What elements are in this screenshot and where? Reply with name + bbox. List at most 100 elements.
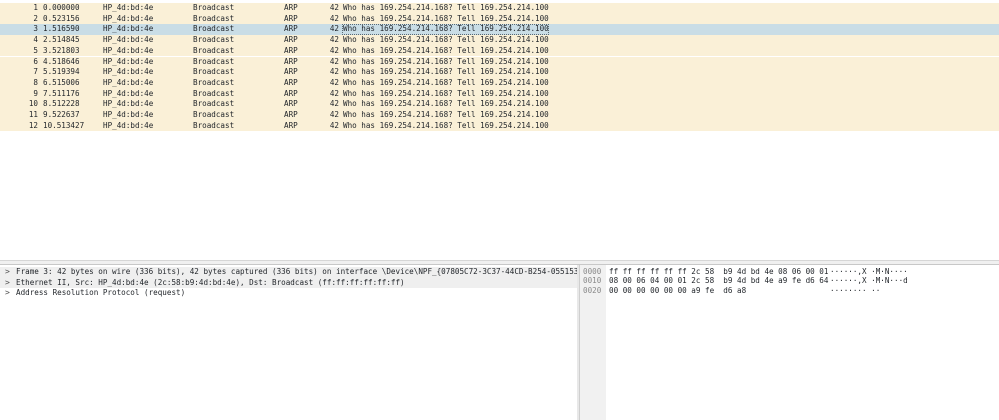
packet-protocol: ARP [284,88,298,98]
hex-offset: 0000 [583,267,602,276]
packet-info: Who has 169.254.214.168? Tell 169.254.21… [343,67,549,77]
packet-source: HP_4d:bd:4e [103,56,154,66]
packet-length: 42 [329,88,339,98]
packet-row[interactable]: 12 10.513427 HP_4d:bd:4e Broadcast ARP 42 Who … [0,120,999,132]
packet-protocol: ARP [284,110,298,119]
packet-number: 6 [33,56,38,66]
packet-row[interactable]: 8 6.515006 HP_4d:bd:4e Broadcast ARP 42 Who ha… [0,77,999,89]
packet-row[interactable]: 6 4.518646 HP_4d:bd:4e Broadcast ARP 42 Who ha… [0,56,999,68]
packet-destination: Broadcast [193,56,235,66]
packet-length: 42 [329,24,339,34]
hex-row[interactable]: 0020 00 00 00 00 00 00 a9 fe d6 a8 ·······… [580,286,999,295]
packet-number: 10 [28,99,38,109]
packet-bytes-pane[interactable]: 0000 ff ff ff ff ff ff 2c 58 b9 4d bd 4e … [580,265,999,420]
packet-time: 0.523156 [43,13,80,23]
packet-time: 4.518646 [43,56,80,66]
packet-destination: Broadcast [193,77,235,87]
detail-tree-item[interactable]: > Address Resolution Protocol (request) [0,288,577,299]
ascii-bytes: ······,X ·M·N···d [830,276,908,286]
packet-source: HP_4d:bd:4e [103,99,154,109]
packet-info: Who has 169.254.214.168? Tell 169.254.21… [343,45,549,55]
chevron-right-icon[interactable]: > [5,278,10,289]
packet-info: Who has 169.254.214.168? Tell 169.254.21… [343,35,549,45]
packet-source: HP_4d:bd:4e [103,88,154,98]
packet-info: Who has 169.254.214.168? Tell 169.254.21… [343,56,549,66]
packet-protocol: ARP [284,3,298,12]
packet-number: 9 [33,88,38,98]
packet-row[interactable]: 3 1.516590 HP_4d:bd:4e Broadcast ARP 42 Who ha… [0,24,999,36]
hex-row[interactable]: 0000 ff ff ff ff ff ff 2c 58 b9 4d bd 4e … [580,267,999,276]
packet-protocol: ARP [284,13,298,23]
packet-time: 10.513427 [43,120,85,130]
packet-time: 0.000000 [43,3,80,12]
packet-destination: Broadcast [193,67,235,77]
chevron-right-icon[interactable]: > [5,288,10,299]
detail-label: Frame 3: 42 bytes on wire (336 bits), 42… [16,267,578,276]
packet-length: 42 [329,56,339,66]
packet-row[interactable]: 7 5.519394 HP_4d:bd:4e Broadcast ARP 42 Who ha… [0,67,999,78]
packet-destination: Broadcast [193,24,235,34]
packet-row[interactable]: 5 3.521803 HP_4d:bd:4e Broadcast ARP 42 Who ha… [0,45,999,57]
packet-source: HP_4d:bd:4e [103,3,154,12]
packet-time: 8.512228 [43,99,80,109]
packet-row[interactable]: 10 8.512228 HP_4d:bd:4e Broadcast ARP 42 Who h… [0,99,999,110]
packet-destination: Broadcast [193,45,235,55]
packet-protocol: ARP [284,77,298,87]
packet-protocol: ARP [284,67,298,77]
packet-length: 42 [329,13,339,23]
packet-list[interactable]: 1 0.000000 HP_4d:bd:4e Broadcast ARP 42 Who ha… [0,0,999,260]
packet-destination: Broadcast [193,35,235,45]
packet-row[interactable]: 11 9.522637 HP_4d:bd:4e Broadcast ARP 42 Who h… [0,110,999,121]
packet-destination: Broadcast [193,120,235,130]
packet-time: 6.515006 [43,77,80,87]
detail-tree-item[interactable]: > Ethernet II, Src: HP_4d:bd:4e (2c:58:b9… [0,277,577,289]
packet-protocol: ARP [284,35,298,45]
packet-number: 4 [33,35,38,45]
packet-number: 7 [33,67,38,77]
hex-offset: 0010 [583,276,602,286]
packet-length: 42 [329,120,339,130]
packet-info: Who has 169.254.214.168? Tell 169.254.21… [343,3,549,12]
packet-time: 3.521803 [43,45,80,55]
packet-destination: Broadcast [193,3,235,12]
packet-length: 42 [329,77,339,87]
packet-row[interactable]: 9 7.511176 HP_4d:bd:4e Broadcast ARP 42 Who ha… [0,88,999,100]
packet-time: 1.516590 [43,24,80,34]
packet-source: HP_4d:bd:4e [103,13,154,23]
packet-length: 42 [329,99,339,109]
ascii-bytes: ······,X ·M·N···· [830,267,908,276]
packet-source: HP_4d:bd:4e [103,35,154,45]
packet-info: Who has 169.254.214.168? Tell 169.254.21… [343,99,549,109]
packet-length: 42 [329,35,339,45]
ascii-bytes: ········ ·· [830,285,881,295]
packet-protocol: ARP [284,99,298,109]
packet-number: 2 [33,13,38,23]
hex-bytes: 08 00 06 04 00 01 2c 58 b9 4d bd 4e a9 f… [609,276,829,286]
detail-tree-item[interactable]: > Frame 3: 42 bytes on wire (336 bits), 4… [0,267,577,278]
packet-row[interactable]: 2 0.523156 HP_4d:bd:4e Broadcast ARP 42 Who ha… [0,13,999,25]
packet-length: 42 [329,110,339,119]
packet-number: 5 [33,45,38,55]
hex-row[interactable]: 0010 08 00 06 04 00 01 2c 58 b9 4d bd 4e … [580,276,999,285]
packet-source: HP_4d:bd:4e [103,24,154,34]
packet-number: 12 [28,120,38,130]
packet-details-pane[interactable]: > Frame 3: 42 bytes on wire (336 bits), 4… [0,265,578,420]
packet-info: Who has 169.254.214.168? Tell 169.254.21… [343,77,549,87]
packet-protocol: ARP [284,45,298,55]
hex-offset: 0020 [583,285,602,295]
packet-destination: Broadcast [193,88,235,98]
packet-protocol: ARP [284,56,298,66]
packet-time: 9.522637 [43,110,80,119]
packet-protocol: ARP [284,120,298,130]
packet-info: Who has 169.254.214.168? Tell 169.254.21… [342,24,549,36]
packet-number: 3 [33,24,38,34]
packet-row[interactable]: 1 0.000000 HP_4d:bd:4e Broadcast ARP 42 Who ha… [0,3,999,14]
detail-label: Address Resolution Protocol (request) [16,288,186,297]
packet-row[interactable]: 4 2.514845 HP_4d:bd:4e Broadcast ARP 42 Who ha… [0,35,999,46]
packet-length: 42 [329,3,339,12]
chevron-right-icon[interactable]: > [5,267,10,278]
packet-destination: Broadcast [193,13,235,23]
packet-info: Who has 169.254.214.168? Tell 169.254.21… [343,88,549,98]
packet-time: 2.514845 [43,35,80,45]
packet-destination: Broadcast [193,99,235,109]
